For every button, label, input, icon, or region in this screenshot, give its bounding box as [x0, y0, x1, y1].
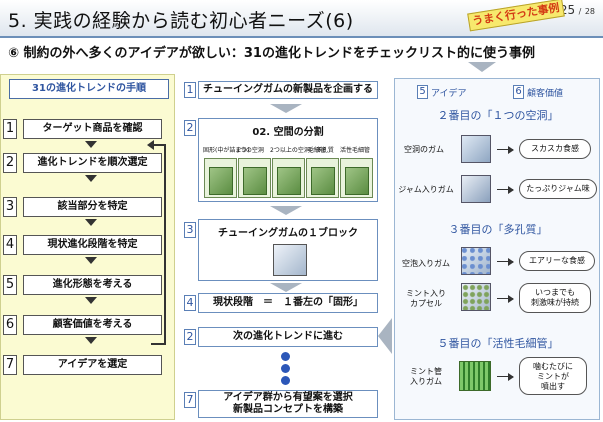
mint-tube-gum-icon: [459, 361, 491, 391]
step-number: 3: [3, 197, 17, 217]
loop-line: [164, 145, 166, 345]
step-number: 4: [3, 235, 17, 255]
step-number: 5: [3, 275, 17, 295]
gum-block-label: チューイングガムの１ブロック: [218, 228, 358, 239]
step-number: 6: [513, 85, 524, 99]
procedure-step: 現状進化段階を特定: [23, 235, 162, 255]
step-number: 1: [184, 82, 196, 98]
page-total: 28: [584, 7, 595, 16]
page-number: 25 / 28: [560, 3, 595, 17]
right-arrow-icon: [497, 186, 514, 194]
procedure-heading: 31の進化トレンドの手順: [9, 79, 169, 99]
page-title: 5. 実践の経験から読む初心者ニーズ(6): [8, 10, 354, 32]
jam-gum-icon: [461, 175, 491, 203]
down-arrow-icon: [85, 175, 97, 182]
down-arrow-icon: [270, 104, 302, 113]
ellipsis-dot: [281, 376, 290, 385]
procedure-step: 進化トレンドを順次選定: [23, 153, 162, 173]
value-bubble: たっぷりジャム味: [519, 179, 597, 199]
right-arrow-icon: [497, 258, 514, 266]
cube-label: 活性毛細管: [340, 147, 371, 154]
step-number: 4: [184, 295, 196, 311]
idea-label: ミント管 入りガム: [410, 367, 442, 386]
left-arrow-icon: [378, 318, 392, 354]
ideas-panel: 5 アイデア 6 顧客価値 ２番目の「１つの空洞」 空洞のガム スカスカ食感 ジ…: [394, 78, 600, 420]
down-arrow-icon: [85, 257, 97, 264]
procedure-step: 顧客価値を考える: [23, 315, 162, 335]
procedure-step: アイデアを選定: [23, 355, 162, 375]
section-title: ５番目の「活性毛細管」: [437, 337, 559, 350]
step-number: 7: [3, 355, 17, 375]
step-number: 7: [184, 392, 196, 408]
procedure-step: ターゲット商品を確認: [23, 119, 162, 139]
down-arrow-icon: [85, 337, 97, 344]
down-arrow-icon: [270, 206, 302, 215]
next-trend-box: 次の進化トレンドに進む: [198, 327, 378, 347]
step-number: 1: [3, 119, 17, 139]
step-number: 2: [184, 329, 196, 345]
page-subtitle: ⑥ 制約の外へ多くのアイデアが欲しい：31の進化トレンドをチェックリスト的に使う…: [8, 46, 535, 61]
concept-box: アイデア群から有望案を選択 新製品コンセプトを構築: [198, 390, 378, 418]
loop-line: [151, 343, 166, 345]
section-title: ２番目の「１つの空洞」: [437, 109, 559, 122]
idea-label: 空泡入りガム: [402, 259, 450, 268]
right-arrow-icon: [497, 295, 514, 303]
hollow-gum-icon: [461, 135, 491, 163]
procedure-panel: 31の進化トレンドの手順 1 ターゲット商品を確認 2 進化トレンドを順次選定 …: [0, 74, 175, 420]
cube-label: 毛細管: [308, 147, 327, 154]
right-arrow-icon: [497, 146, 514, 154]
step-number: 3: [184, 222, 196, 238]
value-bubble: いつまでも 刺激味が持続: [519, 283, 591, 313]
space-division-title: 02. 空間の分割: [252, 127, 324, 138]
page-separator: /: [578, 7, 582, 16]
down-arrow-icon: [85, 219, 97, 226]
single-cavity-cube-icon: [238, 158, 271, 198]
ellipsis-dot: [281, 364, 290, 373]
capillary-cube-icon: [306, 158, 339, 198]
section-title: ３番目の「多孔質」: [448, 223, 548, 236]
down-arrow-icon: [85, 297, 97, 304]
step-number: 6: [3, 315, 17, 335]
gum-block-cube-icon: [273, 244, 307, 276]
down-arrow-icon: [270, 283, 302, 292]
value-bubble: スカスカ食感: [519, 139, 591, 159]
solid-cube-icon: [204, 158, 237, 198]
loop-arrow-icon: [147, 140, 154, 150]
active-capillary-cube-icon: [340, 158, 373, 198]
cube-label: 1つの空洞: [236, 147, 264, 154]
step-number: 5: [417, 85, 428, 99]
value-bubble: エアリーな食感: [519, 251, 595, 271]
procedure-step: 該当部分を特定: [23, 197, 162, 217]
customer-value-header: 顧客価値: [527, 89, 564, 99]
idea-label: ジャム入りガム: [398, 185, 454, 194]
current-stage-box: 現状段階 ＝ １番左の「固形」: [198, 293, 378, 313]
ellipsis-dot: [281, 352, 290, 361]
step1-box: チューイングガムの新製品を企画する: [198, 81, 378, 99]
idea-label: ミント入り カプセル: [406, 289, 446, 308]
down-arrow-icon: [468, 62, 496, 72]
bubble-gum-icon: [461, 247, 491, 275]
step-number: 2: [3, 153, 17, 173]
right-arrow-icon: [497, 373, 514, 381]
gum-block-box: チューイングガムの１ブロック: [198, 219, 378, 281]
procedure-step: 進化形態を考える: [23, 275, 162, 295]
ideas-header: アイデア: [431, 89, 467, 99]
mint-capsule-gum-icon: [461, 283, 491, 311]
porous-cube-icon: [272, 158, 305, 198]
down-arrow-icon: [85, 141, 97, 148]
value-bubble: 噛むたびに ミントが 噴出す: [519, 357, 587, 395]
step-number: 2: [184, 120, 196, 136]
idea-label: 空洞のガム: [404, 145, 444, 154]
